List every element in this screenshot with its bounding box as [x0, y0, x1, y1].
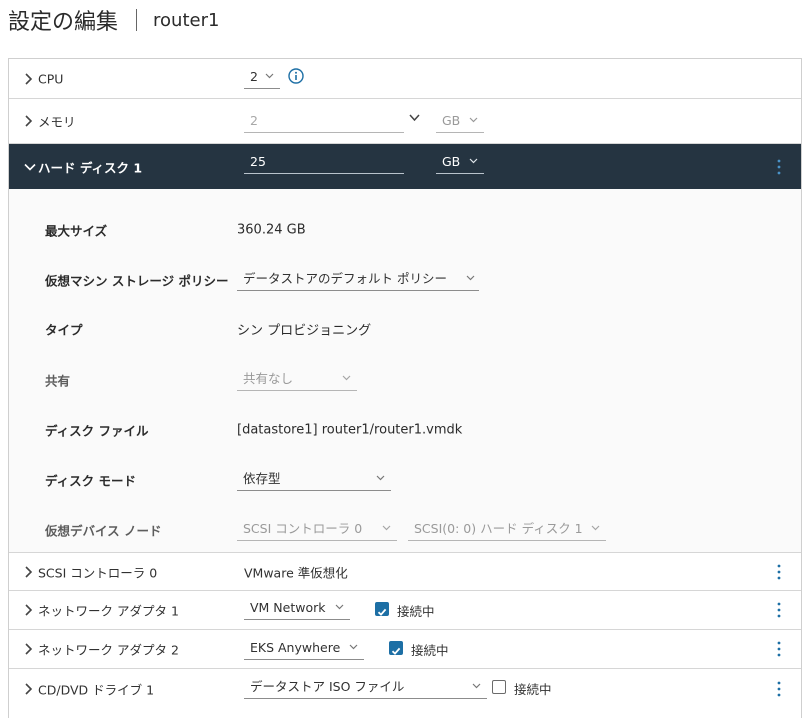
chevron-down-icon	[469, 117, 478, 123]
cd-dvd-connected-label: 接続中	[514, 679, 552, 698]
storage-policy-row: 仮想マシン ストレージ ポリシー データストアのデフォルト ポリシー	[9, 265, 801, 295]
max-size-row: 最大サイズ 360.24 GB	[9, 215, 801, 245]
virtual-device-node-row: 仮想デバイス ノード SCSI コントローラ 0 SCSI(0: 0) ハード …	[9, 515, 801, 545]
type-label: タイプ	[45, 320, 83, 339]
network-adapter-1-label: ネットワーク アダプタ 1	[38, 601, 179, 620]
max-size-value: 360.24 GB	[237, 223, 306, 238]
network-adapter-1-select[interactable]: VM Network	[244, 598, 350, 620]
network-adapter-2-row[interactable]: ネットワーク アダプタ 2 EKS Anywhere 接続中	[9, 630, 801, 669]
disk-mode-select[interactable]: 依存型	[237, 469, 391, 491]
network-adapter-2-select[interactable]: EKS Anywhere	[244, 638, 364, 660]
hardware-panel: CPU 2 メモリ 2 GB ハード ディスク 1 25 GB	[8, 58, 802, 718]
network-adapter-2-connected-checkbox[interactable]	[389, 641, 403, 655]
virtual-device-node-label: 仮想デバイス ノード	[45, 521, 161, 540]
chevron-down-icon	[469, 158, 478, 164]
chevron-right-icon[interactable]	[24, 114, 33, 128]
check-icon	[390, 645, 402, 657]
scsi-controller-type: VMware 準仮想化	[244, 562, 348, 581]
scsi-node-value: SCSI(0: 0) ハード ディスク 1	[414, 521, 583, 536]
chevron-down-icon	[466, 275, 475, 281]
hard-disk-size-value: 25	[250, 154, 266, 169]
chevron-right-icon[interactable]	[24, 565, 33, 579]
memory-label: メモリ	[38, 112, 76, 131]
memory-unit-select[interactable]: GB	[436, 111, 484, 133]
chevron-down-icon	[382, 525, 391, 531]
sharing-row: 共有 共有なし	[9, 365, 801, 395]
cd-dvd-drive-label: CD/DVD ドライブ 1	[38, 680, 154, 699]
hard-disk-unit-select[interactable]: GB	[436, 152, 484, 174]
cd-dvd-media-value: データストア ISO ファイル	[250, 679, 404, 694]
network-adapter-2-value: EKS Anywhere	[250, 640, 340, 655]
vm-name: router1	[153, 10, 219, 31]
network-adapter-2-connected-label: 接続中	[411, 640, 449, 659]
cd-dvd-drive-row[interactable]: CD/DVD ドライブ 1 データストア ISO ファイル 接続中	[9, 669, 801, 709]
network-adapter-1-row[interactable]: ネットワーク アダプタ 1 VM Network 接続中	[9, 591, 801, 630]
chevron-down-icon	[265, 73, 274, 79]
chevron-right-icon[interactable]	[24, 72, 33, 86]
kebab-menu-icon[interactable]	[777, 159, 781, 175]
hard-disk-row[interactable]: ハード ディスク 1 25 GB	[9, 144, 801, 189]
network-adapter-1-value: VM Network	[250, 600, 326, 615]
disk-mode-label: ディスク モード	[45, 471, 136, 490]
scsi-controller-value: SCSI コントローラ 0	[243, 521, 362, 536]
network-adapter-1-connected-label: 接続中	[397, 601, 435, 620]
chevron-down-icon	[376, 475, 385, 481]
cd-dvd-connected-checkbox[interactable]	[492, 680, 506, 694]
scsi-controller-label: SCSI コントローラ 0	[38, 562, 157, 581]
sharing-label: 共有	[45, 371, 70, 390]
sharing-value: 共有なし	[243, 371, 293, 386]
cd-dvd-media-select[interactable]: データストア ISO ファイル	[244, 677, 487, 699]
network-adapter-1-connected-checkbox[interactable]	[375, 602, 389, 616]
storage-policy-value: データストアのデフォルト ポリシー	[243, 271, 447, 286]
type-row: タイプ シン プロビジョニング	[9, 314, 801, 344]
cpu-row[interactable]: CPU 2	[9, 59, 801, 99]
disk-mode-row: ディスク モード 依存型	[9, 465, 801, 495]
disk-file-row: ディスク ファイル [datastore1] router1/router1.v…	[9, 415, 801, 445]
title-separator	[136, 9, 137, 31]
scsi-controller-row[interactable]: SCSI コントローラ 0 VMware 準仮想化	[9, 553, 801, 591]
disk-file-value: [datastore1] router1/router1.vmdk	[237, 423, 462, 438]
check-icon	[376, 606, 388, 618]
scsi-controller-select[interactable]: SCSI コントローラ 0	[237, 519, 397, 541]
scsi-node-select[interactable]: SCSI(0: 0) ハード ディスク 1	[408, 519, 606, 541]
page-title: 設定の編集	[8, 4, 118, 36]
info-icon[interactable]	[288, 68, 304, 84]
hard-disk-label: ハード ディスク 1	[38, 157, 142, 176]
disk-mode-value: 依存型	[243, 471, 281, 486]
chevron-down-icon	[349, 644, 358, 650]
disk-file-label: ディスク ファイル	[45, 421, 148, 440]
memory-value: 2	[250, 113, 258, 128]
cpu-label: CPU	[38, 71, 63, 86]
cpu-value: 2	[250, 69, 258, 84]
chevron-right-icon[interactable]	[24, 642, 33, 656]
kebab-menu-icon[interactable]	[777, 681, 781, 697]
chevron-down-icon[interactable]	[409, 114, 420, 122]
kebab-menu-icon[interactable]	[777, 641, 781, 657]
chevron-right-icon[interactable]	[24, 603, 33, 617]
hard-disk-unit-value: GB	[442, 154, 460, 169]
memory-row[interactable]: メモリ 2 GB	[9, 99, 801, 144]
memory-input[interactable]: 2	[244, 111, 404, 133]
chevron-down-icon	[591, 525, 600, 531]
chevron-down-icon	[342, 375, 351, 381]
storage-policy-label: 仮想マシン ストレージ ポリシー	[45, 271, 228, 290]
sharing-select[interactable]: 共有なし	[237, 369, 357, 391]
chevron-down-icon	[335, 604, 344, 610]
memory-unit-value: GB	[442, 113, 460, 128]
type-value: シン プロビジョニング	[237, 320, 371, 339]
page-header: 設定の編集 router1	[8, 0, 219, 40]
kebab-menu-icon[interactable]	[777, 602, 781, 618]
hard-disk-size-input[interactable]: 25	[244, 152, 404, 174]
network-adapter-2-label: ネットワーク アダプタ 2	[38, 640, 179, 659]
cpu-select[interactable]: 2	[244, 67, 280, 89]
max-size-label: 最大サイズ	[45, 221, 107, 240]
storage-policy-select[interactable]: データストアのデフォルト ポリシー	[237, 269, 479, 291]
hard-disk-details: 最大サイズ 360.24 GB 仮想マシン ストレージ ポリシー データストアの…	[9, 189, 801, 553]
chevron-down-icon[interactable]	[23, 162, 37, 171]
chevron-right-icon[interactable]	[24, 682, 33, 696]
kebab-menu-icon[interactable]	[777, 564, 781, 580]
chevron-down-icon	[472, 683, 481, 689]
